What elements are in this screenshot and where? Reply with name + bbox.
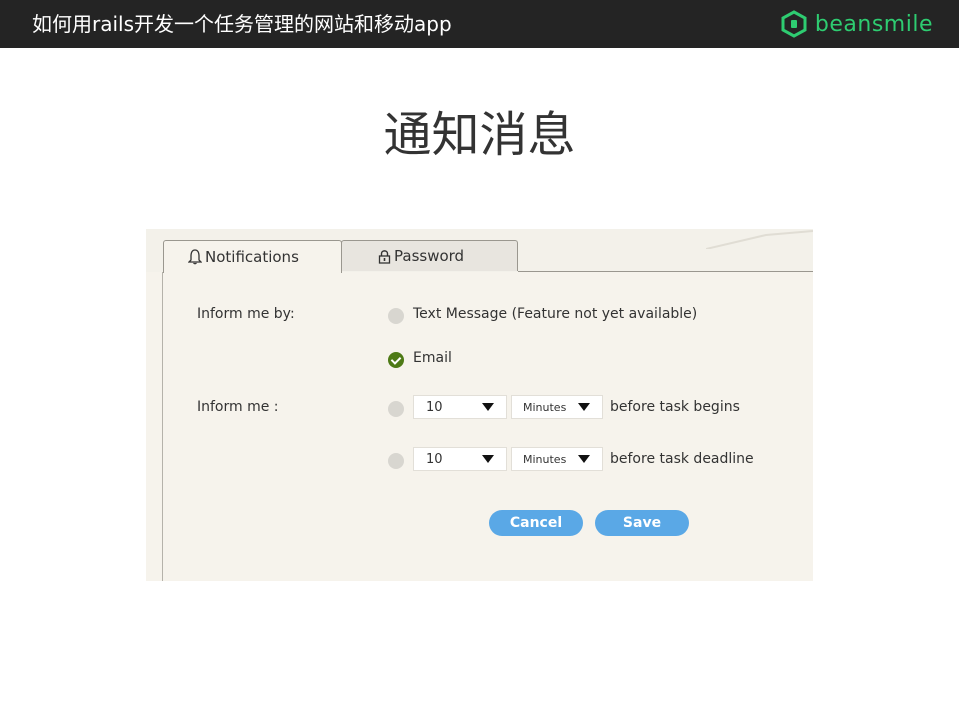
begins-unit-value: Minutes: [523, 400, 567, 414]
slide-title: 通知消息: [383, 107, 576, 163]
decorative-line: [706, 230, 813, 249]
text-message-radio[interactable]: [388, 308, 404, 324]
inform-me-label: Inform me :: [197, 399, 279, 415]
caret-down-icon: [482, 403, 494, 411]
brand-name: beansmile: [814, 11, 933, 37]
brand: beansmile: [781, 8, 933, 40]
caret-down-icon: [482, 455, 494, 463]
deadline-suffix-label: before task deadline: [610, 451, 754, 467]
deadline-amount-select[interactable]: 10: [413, 447, 507, 471]
save-button[interactable]: Save: [595, 510, 689, 536]
cancel-button[interactable]: Cancel: [489, 510, 583, 536]
begins-suffix-label: before task begins: [610, 399, 740, 415]
presentation-title: 如何用rails开发一个任务管理的网站和移动app: [32, 12, 452, 36]
begins-amount-select[interactable]: 10: [413, 395, 507, 419]
inform-me-by-label: Inform me by:: [197, 306, 295, 322]
beansmile-logo-icon: [781, 10, 807, 38]
top-bar: 如何用rails开发一个任务管理的网站和移动app beansmile: [0, 0, 959, 48]
task-deadline-radio[interactable]: [388, 453, 404, 469]
deadline-unit-select[interactable]: Minutes: [511, 447, 603, 471]
text-message-option-label: Text Message (Feature not yet available): [413, 306, 698, 322]
panel-border: [162, 272, 163, 581]
caret-down-icon: [578, 403, 590, 411]
begins-unit-select[interactable]: Minutes: [511, 395, 603, 419]
tab-notifications-label: Notifications: [205, 248, 299, 266]
task-begins-radio[interactable]: [388, 401, 404, 417]
tab-divider: [518, 271, 813, 272]
deadline-unit-value: Minutes: [523, 452, 567, 466]
deadline-amount-value: 10: [426, 451, 443, 467]
tab-password-label: Password: [394, 247, 465, 265]
tab-notifications[interactable]: Notifications: [163, 240, 342, 273]
email-radio[interactable]: [388, 352, 404, 368]
bell-icon: [188, 249, 202, 265]
tab-password[interactable]: Password: [341, 240, 518, 271]
caret-down-icon: [578, 455, 590, 463]
notification-settings-screenshot: Notifications Password Inform me by: Tex…: [146, 229, 813, 581]
lock-icon: [378, 249, 391, 264]
begins-amount-value: 10: [426, 399, 443, 415]
email-option-label: Email: [413, 350, 452, 366]
